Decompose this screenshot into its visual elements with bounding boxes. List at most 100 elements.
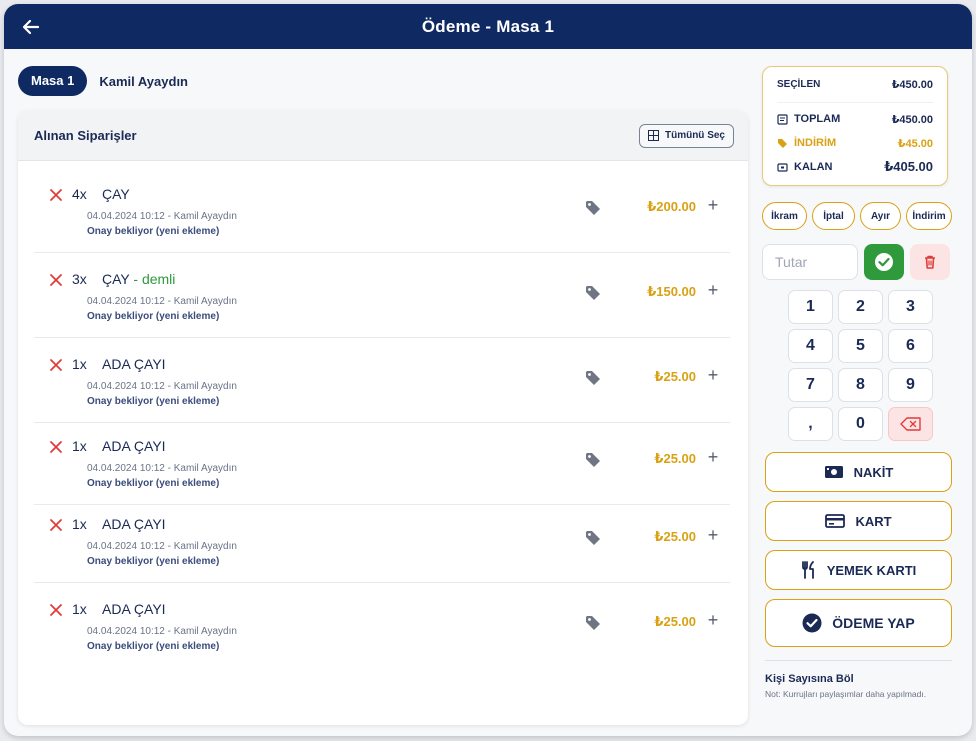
credit-card-icon	[825, 514, 846, 528]
order-row[interactable]: 3x ÇAY - demli 04.04.2024 10:12 - Kamil …	[34, 254, 730, 338]
grid-icon	[647, 130, 659, 141]
key-6[interactable]: 6	[888, 329, 933, 363]
tab-kamil-ayaydin[interactable]: Kamil Ayaydın	[99, 74, 188, 89]
split-section: Kişi Sayısına Böl Not: Kurrujları paylaş…	[765, 660, 952, 699]
add-button[interactable]: +	[704, 526, 722, 544]
orders-card: Alınan Siparişler Tümünü Seç 4x ÇAY 04.0…	[18, 111, 748, 725]
confirm-amount-button[interactable]	[864, 244, 904, 280]
order-row[interactable]: 1x ADA ÇAYI 04.04.2024 10:12 - Kamil Aya…	[34, 339, 730, 423]
wallet-icon	[777, 162, 788, 172]
fork-knife-icon	[801, 561, 814, 579]
remove-icon[interactable]	[48, 357, 64, 373]
discount-label-wrap: İNDİRİM	[777, 137, 836, 149]
select-all-label: Tümünü Seç	[664, 130, 725, 141]
card-button[interactable]: KART	[765, 501, 952, 541]
key-2[interactable]: 2	[838, 290, 883, 324]
tab-bar: Masa 1 Kamil Ayaydın	[18, 65, 748, 97]
summary-total: TOPLAM ₺450.00	[777, 107, 933, 131]
add-button[interactable]: +	[704, 366, 722, 384]
backspace-key[interactable]	[888, 407, 933, 441]
key-4[interactable]: 4	[788, 329, 833, 363]
arrow-left-icon	[22, 19, 40, 35]
tag-icon[interactable]	[584, 451, 602, 469]
product-name: ÇAY	[102, 271, 130, 287]
select-all-button[interactable]: Tümünü Seç	[638, 123, 734, 148]
key-7[interactable]: 7	[788, 368, 833, 402]
order-status: Onay bekliyor (yeni ekleme)	[87, 556, 220, 567]
key-comma[interactable]: ,	[788, 407, 833, 441]
remove-icon[interactable]	[48, 439, 64, 455]
total-label-wrap: TOPLAM	[777, 113, 840, 125]
order-meta: 04.04.2024 10:12 - Kamil Ayaydın	[87, 381, 237, 392]
amount-input[interactable]	[762, 244, 858, 280]
tag-icon[interactable]	[584, 529, 602, 547]
remaining-value: ₺405.00	[884, 159, 933, 174]
key-8[interactable]: 8	[838, 368, 883, 402]
tab-masa-1[interactable]: Masa 1	[18, 66, 88, 96]
card-label: KART	[855, 513, 892, 529]
remove-icon[interactable]	[48, 187, 64, 203]
add-button[interactable]: +	[704, 196, 722, 214]
split-title[interactable]: Kişi Sayısına Böl	[765, 673, 952, 685]
key-0[interactable]: 0	[838, 407, 883, 441]
product-name: ADA ÇAYI	[102, 601, 166, 617]
top-bar: Ödeme - Masa 1	[4, 4, 972, 49]
order-qty: 4x	[72, 186, 87, 202]
order-product: ÇAY - demli	[102, 271, 175, 287]
orders-header: Alınan Siparişler Tümünü Seç	[18, 111, 748, 161]
order-price: ₺25.00	[654, 614, 696, 629]
page-title: Ödeme - Masa 1	[421, 16, 555, 36]
remove-icon[interactable]	[48, 602, 64, 618]
ikram-button[interactable]: İkram	[762, 202, 807, 230]
key-3[interactable]: 3	[888, 290, 933, 324]
key-9[interactable]: 9	[888, 368, 933, 402]
action-chips: İkram İptal Ayır İndirim	[762, 202, 952, 230]
add-button[interactable]: +	[704, 611, 722, 629]
order-product: ADA ÇAYI	[102, 438, 166, 454]
order-status: Onay bekliyor (yeni ekleme)	[87, 226, 220, 237]
remove-icon[interactable]	[48, 272, 64, 288]
order-price: ₺25.00	[654, 369, 696, 384]
payment-buttons: NAKİT KART YEMEK KARTI ÖDEME YAP	[765, 452, 952, 656]
order-price: ₺150.00	[647, 284, 696, 299]
order-price: ₺25.00	[654, 529, 696, 544]
iptal-button[interactable]: İptal	[812, 202, 855, 230]
add-button[interactable]: +	[704, 448, 722, 466]
ayir-button[interactable]: Ayır	[860, 202, 901, 230]
product-name: ADA ÇAYI	[102, 516, 166, 532]
order-price: ₺25.00	[654, 451, 696, 466]
tag-icon[interactable]	[584, 284, 602, 302]
orders-panel: Masa 1 Kamil Ayaydın Alınan Siparişler T…	[18, 65, 748, 725]
order-meta: 04.04.2024 10:12 - Kamil Ayaydın	[87, 296, 237, 307]
order-row[interactable]: 1x ADA ÇAYI 04.04.2024 10:12 - Kamil Aya…	[34, 584, 730, 668]
tag-icon[interactable]	[584, 369, 602, 387]
order-qty: 1x	[72, 438, 87, 454]
key-1[interactable]: 1	[788, 290, 833, 324]
indirim-button[interactable]: İndirim	[906, 202, 952, 230]
total-value: ₺450.00	[891, 113, 933, 126]
order-row[interactable]: 1x ADA ÇAYI 04.04.2024 10:12 - Kamil Aya…	[34, 499, 730, 583]
clear-amount-button[interactable]	[910, 244, 950, 280]
remaining-label-wrap: KALAN	[777, 161, 833, 173]
order-status: Onay bekliyor (yeni ekleme)	[87, 478, 220, 489]
cash-button[interactable]: NAKİT	[765, 452, 952, 492]
selected-label: SEÇİLEN	[777, 79, 821, 90]
discount-label: İNDİRİM	[794, 137, 837, 149]
tag-icon[interactable]	[584, 614, 602, 632]
order-row[interactable]: 1x ADA ÇAYI 04.04.2024 10:12 - Kamil Aya…	[34, 421, 730, 505]
order-row[interactable]: 4x ÇAY 04.04.2024 10:12 - Kamil Ayaydın …	[34, 169, 730, 253]
pay-label: ÖDEME YAP	[832, 615, 915, 631]
order-status: Onay bekliyor (yeni ekleme)	[87, 396, 220, 407]
remove-icon[interactable]	[48, 517, 64, 533]
order-status: Onay bekliyor (yeni ekleme)	[87, 641, 220, 652]
key-5[interactable]: 5	[838, 329, 883, 363]
tag-icon[interactable]	[584, 199, 602, 217]
add-button[interactable]: +	[704, 281, 722, 299]
pay-button[interactable]: ÖDEME YAP	[765, 599, 952, 647]
trash-icon	[925, 255, 935, 269]
meal-card-button[interactable]: YEMEK KARTI	[765, 550, 952, 590]
meal-card-label: YEMEK KARTI	[826, 562, 917, 578]
back-button[interactable]	[18, 14, 44, 40]
backspace-icon	[899, 417, 921, 431]
order-qty: 3x	[72, 271, 87, 287]
